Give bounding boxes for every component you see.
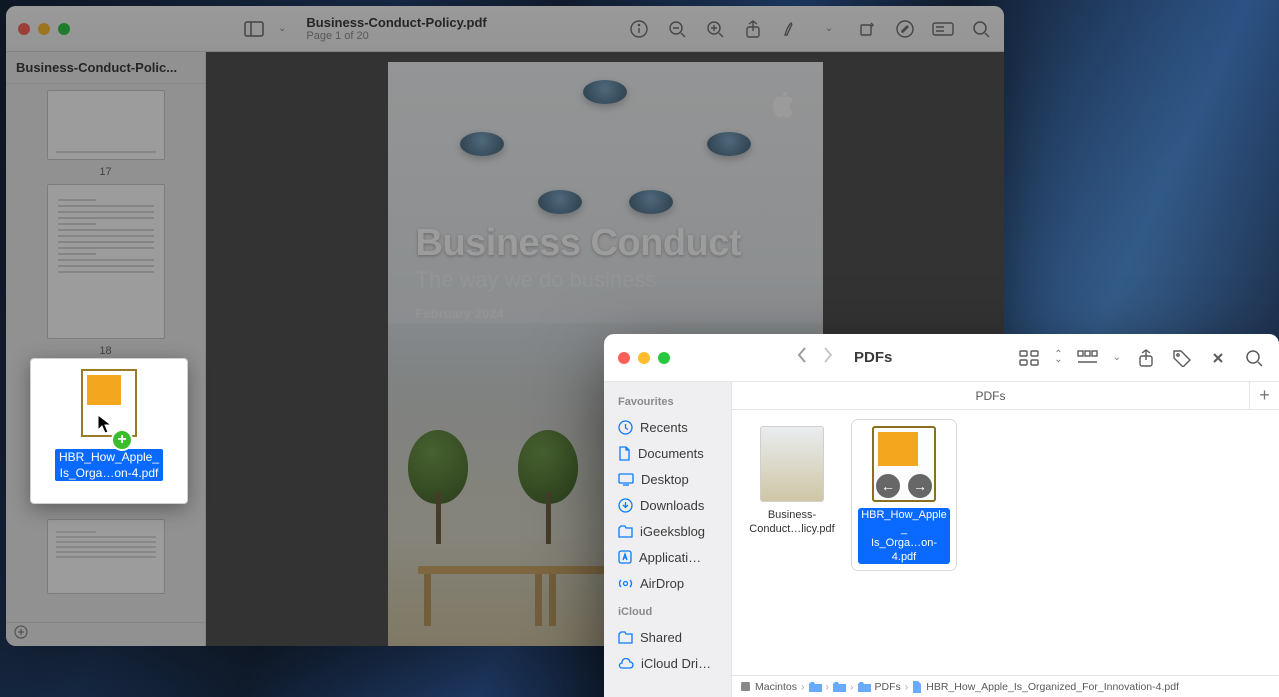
- path-segment[interactable]: Macintos: [740, 681, 797, 693]
- sidebar-item-igeeksblog[interactable]: iGeeksblog: [618, 518, 731, 544]
- finder-tab[interactable]: PDFs: [732, 389, 1249, 403]
- file-name: Business-Conduct…licy.pdf: [746, 508, 838, 536]
- page-number: 17: [99, 166, 111, 178]
- file-name: HBR_How_Apple_Is_Orga…on-4.pdf: [858, 508, 950, 564]
- more-icon[interactable]: [1207, 347, 1229, 369]
- drag-preview: + HBR_How_Apple_Is_Orga…on-4.pdf: [30, 358, 188, 504]
- edit-icon[interactable]: [894, 18, 916, 40]
- fullscreen-window-button[interactable]: [658, 352, 670, 364]
- sidebar-item-documents[interactable]: Documents: [618, 440, 731, 466]
- preview-toolbar-actions: ⌄: [628, 18, 992, 40]
- search-icon[interactable]: [1243, 347, 1265, 369]
- zoom-out-icon[interactable]: [666, 18, 688, 40]
- finder-tab-bar: PDFs +: [732, 382, 1279, 410]
- sidebar-section-header: iCloud: [618, 606, 731, 618]
- window-controls: [618, 352, 670, 364]
- forward-button[interactable]: [822, 346, 834, 369]
- path-sep-icon: ›: [905, 681, 909, 693]
- chevron-down-icon[interactable]: ⌄: [1113, 352, 1121, 363]
- icon-view-button[interactable]: [1018, 347, 1040, 369]
- search-icon[interactable]: [970, 18, 992, 40]
- fullscreen-window-button[interactable]: [58, 23, 70, 35]
- path-segment[interactable]: [833, 682, 846, 692]
- sidebar-document-title: Business-Conduct-Polic...: [6, 52, 205, 84]
- finder-window: PDFs ⌃⌄ ⌄ Favourites Recents Documents D…: [604, 334, 1279, 697]
- file-item-selected[interactable]: ← → HBR_How_Apple_Is_Orga…on-4.pdf: [858, 426, 950, 564]
- apple-logo-icon: [773, 92, 797, 125]
- next-page-icon[interactable]: →: [908, 474, 932, 498]
- sidebar-item-airdrop[interactable]: AirDrop: [618, 570, 731, 596]
- rotate-icon[interactable]: [856, 18, 878, 40]
- thumbnail-sidebar: Business-Conduct-Polic... 17 18: [6, 52, 206, 646]
- finder-path-bar: Macintos › › › PDFs › HBR_How_Apple_Is_O…: [732, 675, 1279, 697]
- group-by-button[interactable]: [1077, 347, 1099, 369]
- sidebar-section-header: Favourites: [618, 396, 731, 408]
- minimize-window-button[interactable]: [38, 23, 50, 35]
- share-icon[interactable]: [1135, 347, 1157, 369]
- sidebar-item-recents[interactable]: Recents: [618, 414, 731, 440]
- finder-icon-view[interactable]: Business-Conduct…licy.pdf ← → HBR_How_Ap…: [732, 410, 1279, 675]
- sidebar-item-applications[interactable]: Applicati…: [618, 544, 731, 570]
- copy-plus-badge: +: [111, 429, 133, 451]
- info-icon[interactable]: [628, 18, 650, 40]
- back-button[interactable]: [796, 346, 808, 369]
- preview-toolbar: ⌄ Business-Conduct-Policy.pdf Page 1 of …: [6, 6, 1004, 52]
- sidebar-item-desktop[interactable]: Desktop: [618, 466, 731, 492]
- thumbnail-page[interactable]: [47, 184, 165, 339]
- cursor-icon: [97, 414, 113, 439]
- finder-location-title: PDFs: [854, 349, 892, 366]
- path-sep-icon: ›: [850, 681, 854, 693]
- zoom-in-icon[interactable]: [704, 18, 726, 40]
- close-window-button[interactable]: [618, 352, 630, 364]
- sidebar-toggle-button[interactable]: [240, 15, 268, 43]
- minimize-window-button[interactable]: [638, 352, 650, 364]
- path-segment[interactable]: HBR_How_Apple_Is_Organized_For_Innovatio…: [912, 681, 1179, 693]
- form-icon[interactable]: [932, 18, 954, 40]
- path-segment[interactable]: [809, 682, 822, 692]
- markup-icon[interactable]: [780, 18, 802, 40]
- tags-icon[interactable]: [1171, 347, 1193, 369]
- page-indicator: Page 1 of 20: [306, 30, 486, 42]
- thumbnail-page[interactable]: [47, 90, 165, 160]
- path-sep-icon: ›: [826, 681, 830, 693]
- document-title-area: Business-Conduct-Policy.pdf Page 1 of 20: [306, 15, 486, 42]
- sidebar-footer: [6, 622, 205, 646]
- close-window-button[interactable]: [18, 23, 30, 35]
- prev-page-icon[interactable]: ←: [876, 474, 900, 498]
- hero-date: February 2024: [416, 306, 504, 321]
- finder-sidebar: Favourites Recents Documents Desktop Dow…: [604, 382, 732, 697]
- chevron-down-icon[interactable]: ⌄: [278, 23, 286, 34]
- path-segment[interactable]: PDFs: [858, 681, 901, 693]
- add-page-icon[interactable]: [14, 625, 28, 644]
- share-icon[interactable]: [742, 18, 764, 40]
- finder-content: PDFs + Business-Conduct…licy.pdf ← → HBR…: [732, 382, 1279, 697]
- chevron-down-icon[interactable]: ⌄: [818, 18, 840, 40]
- path-sep-icon: ›: [801, 681, 805, 693]
- window-controls: [18, 23, 70, 35]
- drag-filename: HBR_How_Apple_Is_Orga…on-4.pdf: [55, 449, 163, 481]
- new-tab-button[interactable]: +: [1249, 382, 1279, 409]
- thumbnail-page[interactable]: [47, 519, 165, 594]
- sidebar-item-downloads[interactable]: Downloads: [618, 492, 731, 518]
- page-number: 18: [99, 345, 111, 357]
- hero-title: Business Conduct: [416, 222, 742, 265]
- sidebar-item-icloud-drive[interactable]: iCloud Dri…: [618, 650, 731, 676]
- chevron-updown-icon[interactable]: ⌃⌄: [1054, 351, 1062, 365]
- sidebar-item-shared[interactable]: Shared: [618, 624, 731, 650]
- finder-toolbar: PDFs ⌃⌄ ⌄: [604, 334, 1279, 382]
- hero-subtitle: The way we do business: [416, 267, 657, 293]
- file-thumbnail: [760, 426, 824, 502]
- document-title: Business-Conduct-Policy.pdf: [306, 15, 486, 30]
- quicklook-nav: ← →: [858, 474, 950, 498]
- file-item[interactable]: Business-Conduct…licy.pdf: [746, 426, 838, 536]
